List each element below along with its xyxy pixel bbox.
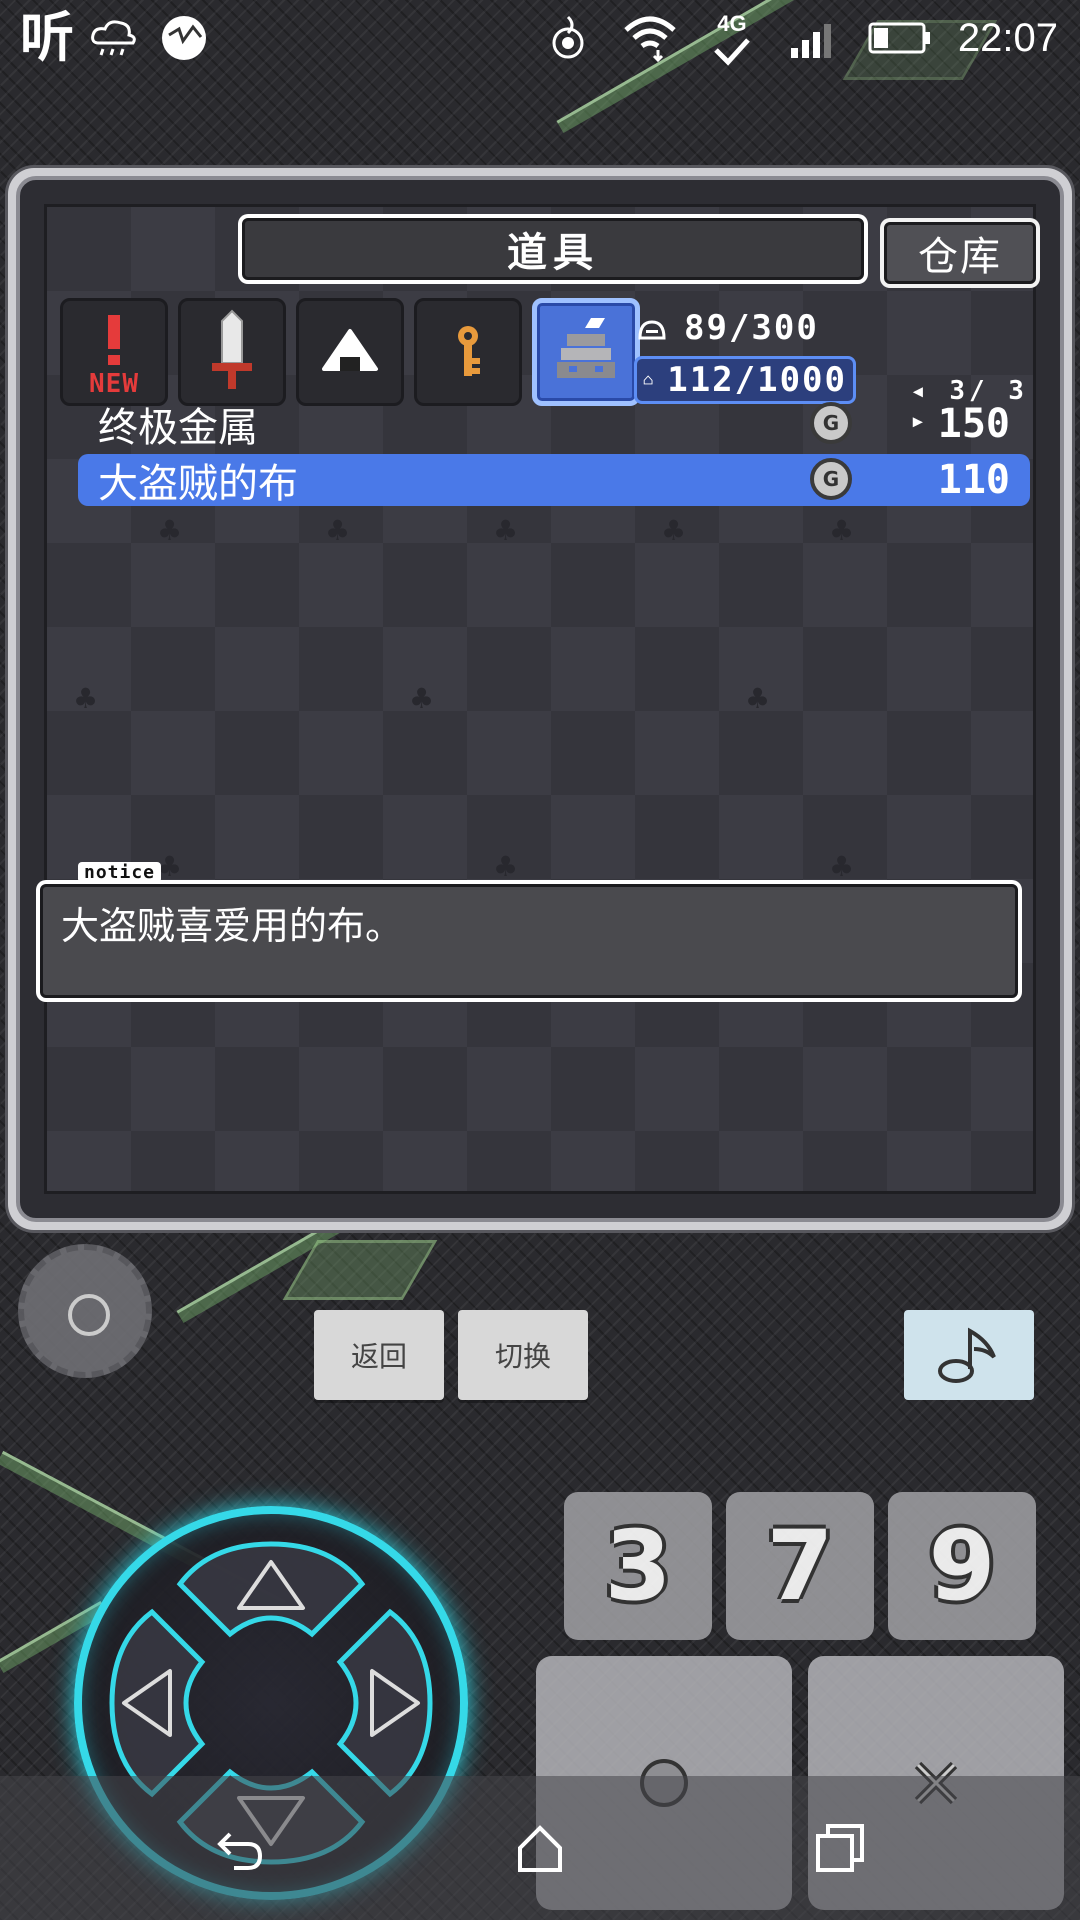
clover-pattern-icon: ♣ [745, 682, 771, 715]
storage-button[interactable]: 仓库 [880, 218, 1040, 288]
avatar-icon [156, 10, 212, 66]
tab-materials[interactable] [532, 298, 640, 406]
notice-box: 大盗贼喜爱用的布。 [36, 880, 1022, 1002]
nav-recents-icon[interactable] [812, 1820, 868, 1876]
clover-pattern-icon: ♣ [493, 514, 519, 547]
bag-icon [638, 320, 666, 340]
hotkey-3-label: 3 [604, 1510, 672, 1622]
exclamation-icon [108, 315, 120, 365]
inventory-panel: ♣ ♣ ♣ ♣ ♣ ♣ ♣ ♣ ♣ ♣ ♣ 道具 仓库 NEW 89/300 1… [16, 176, 1064, 1222]
storage-counter: 112/1000 [634, 356, 856, 404]
tab-new[interactable]: NEW [60, 298, 168, 406]
item-price: 150 [937, 401, 1010, 447]
clover-pattern-icon: ♣ [493, 850, 519, 883]
clover-pattern-icon: ♣ [829, 514, 855, 547]
hotkey-3-button[interactable]: 3 [564, 1492, 712, 1640]
clover-pattern-icon: ♣ [409, 682, 435, 715]
carry-count: 89/300 [684, 308, 819, 348]
back-button[interactable]: 返回 [314, 1310, 444, 1400]
dpad-left-icon[interactable] [118, 1663, 178, 1743]
hotkey-7-label: 7 [766, 1510, 834, 1622]
battery-icon [868, 10, 932, 66]
nav-home-icon[interactable] [512, 1820, 568, 1876]
dpad-up-icon[interactable] [231, 1556, 311, 1616]
capacity-counters: 89/300 112/1000 [634, 304, 856, 404]
signal-icon [786, 10, 842, 66]
list-item-selected[interactable]: 大盗贼的布 G 110 [78, 454, 1030, 507]
carry-counter: 89/300 [634, 304, 856, 352]
sword-icon [212, 309, 252, 389]
riceball-icon [322, 329, 378, 371]
inventory-title: 道具 [238, 214, 868, 284]
nav-back-icon[interactable] [212, 1820, 268, 1876]
hotkey-7-button[interactable]: 7 [726, 1492, 874, 1640]
clover-pattern-icon: ♣ [73, 682, 99, 715]
clover-pattern-icon: ♣ [661, 514, 687, 547]
music-button[interactable] [904, 1310, 1034, 1400]
switch-button[interactable]: 切换 [458, 1310, 588, 1400]
switch-button-label: 切换 [494, 1340, 551, 1373]
wifi-icon [622, 10, 678, 66]
item-name: 终极金属 [98, 405, 258, 451]
category-tabs: NEW [60, 298, 640, 406]
page-title: 道具 [242, 218, 864, 280]
item-list: 终极金属 G 150 大盗贼的布 G 110 [78, 398, 1030, 510]
settings-gear-icon[interactable] [18, 1244, 152, 1378]
app-logo: 听 [20, 8, 74, 68]
inventory-dialog: ♣ ♣ ♣ ♣ ♣ ♣ ♣ ♣ ♣ ♣ ♣ 道具 仓库 NEW 89/300 1… [8, 168, 1072, 1230]
hotkey-9-button[interactable]: 9 [888, 1492, 1036, 1640]
network-label: 4G [717, 11, 747, 36]
hotkey-9-label: 9 [928, 1510, 996, 1622]
key-icon [458, 326, 480, 376]
notice-label: notice [78, 862, 162, 883]
clock: 22:07 [957, 16, 1058, 60]
dpad-right-icon[interactable] [364, 1663, 424, 1743]
status-bar: 听 4G 22:07 [0, 0, 1080, 78]
weather-icon [86, 10, 142, 66]
tab-weapons[interactable] [178, 298, 286, 406]
gold-coin-icon: G [810, 458, 852, 500]
clover-pattern-icon: ♣ [829, 850, 855, 883]
anvil-icon [557, 318, 615, 378]
gold-coin-icon: G [810, 402, 852, 444]
tab-keys[interactable] [414, 298, 522, 406]
item-name: 大盗贼的布 [98, 461, 298, 507]
hotspot-icon [540, 10, 596, 66]
clover-pattern-icon: ♣ [325, 514, 351, 547]
tab-food[interactable] [296, 298, 404, 406]
house-icon [643, 375, 653, 385]
item-description: 大盗贼喜爱用的布。 [40, 884, 1018, 998]
clover-pattern-icon: ♣ [157, 514, 183, 547]
storage-count: 112/1000 [667, 360, 847, 400]
music-note-icon [938, 1327, 996, 1383]
back-button-label: 返回 [350, 1340, 407, 1373]
item-price: 110 [937, 457, 1010, 503]
list-item[interactable]: 终极金属 G 150 [78, 398, 1030, 451]
storage-button-label: 仓库 [884, 222, 1036, 284]
network-4g-icon: 4G [704, 10, 760, 66]
